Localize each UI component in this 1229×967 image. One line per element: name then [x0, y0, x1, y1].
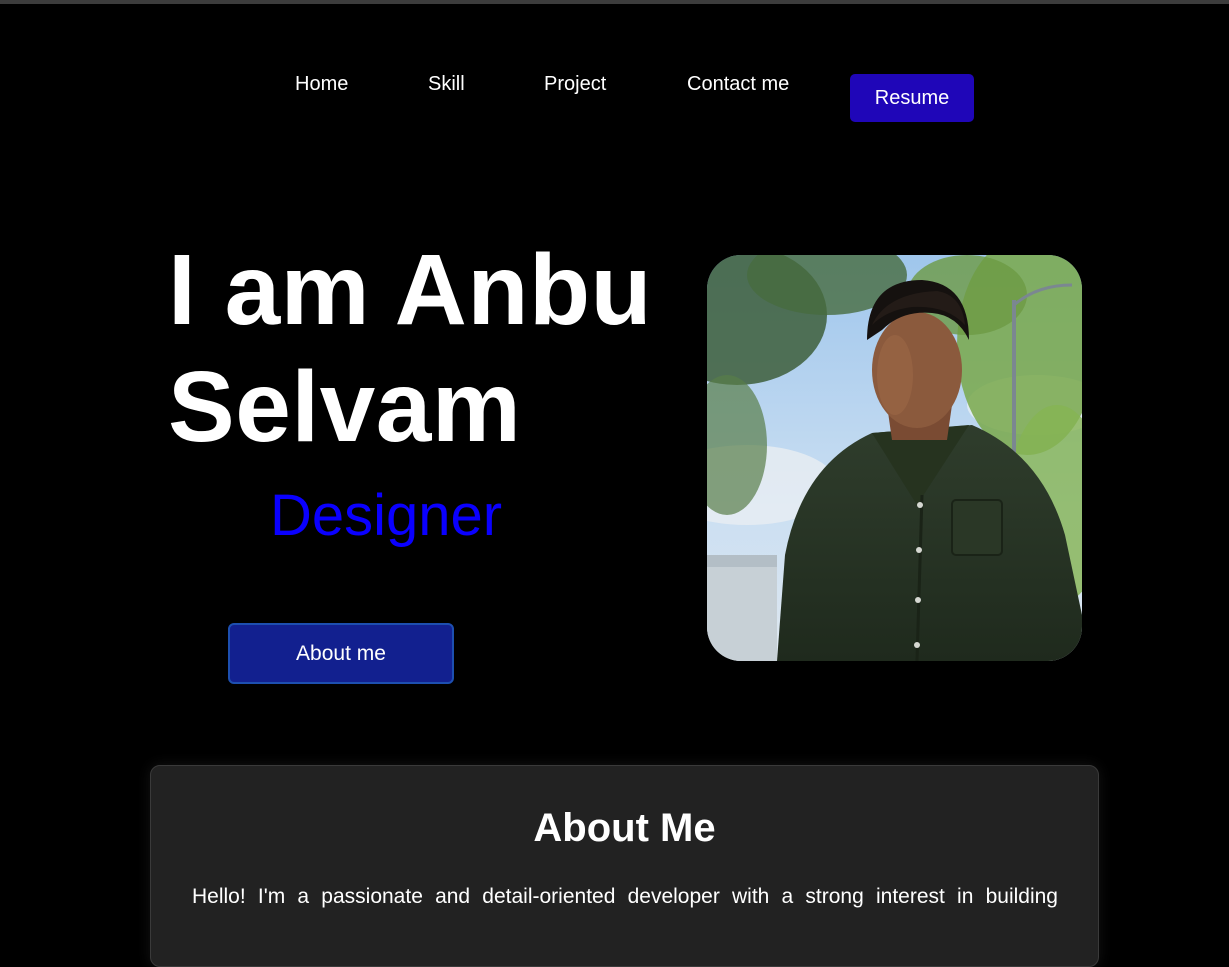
- hero-role-text: Designer: [270, 483, 503, 548]
- top-navigation: Home Skill Project Contact me Resume: [0, 0, 1229, 140]
- about-me-text: Hello! I'm a passionate and detail-orien…: [192, 885, 1058, 908]
- about-me-card: About Me Hello! I'm a passionate and det…: [150, 765, 1099, 967]
- hero-title: I am Anbu Selvam: [168, 232, 688, 466]
- hero-title-line-1: I am Anbu: [168, 234, 653, 346]
- nav-link-skill[interactable]: Skill: [428, 73, 465, 96]
- profile-photo-illustration: [707, 255, 1082, 661]
- about-me-heading: About Me: [533, 806, 716, 850]
- nav-link-project[interactable]: Project: [544, 73, 606, 96]
- hero-title-line-2: Selvam: [168, 351, 522, 463]
- resume-button[interactable]: Resume: [850, 74, 974, 122]
- nav-link-home[interactable]: Home: [295, 73, 348, 96]
- nav-link-contact[interactable]: Contact me: [687, 73, 789, 96]
- about-me-button[interactable]: About me: [228, 623, 454, 684]
- profile-photo: [707, 255, 1082, 661]
